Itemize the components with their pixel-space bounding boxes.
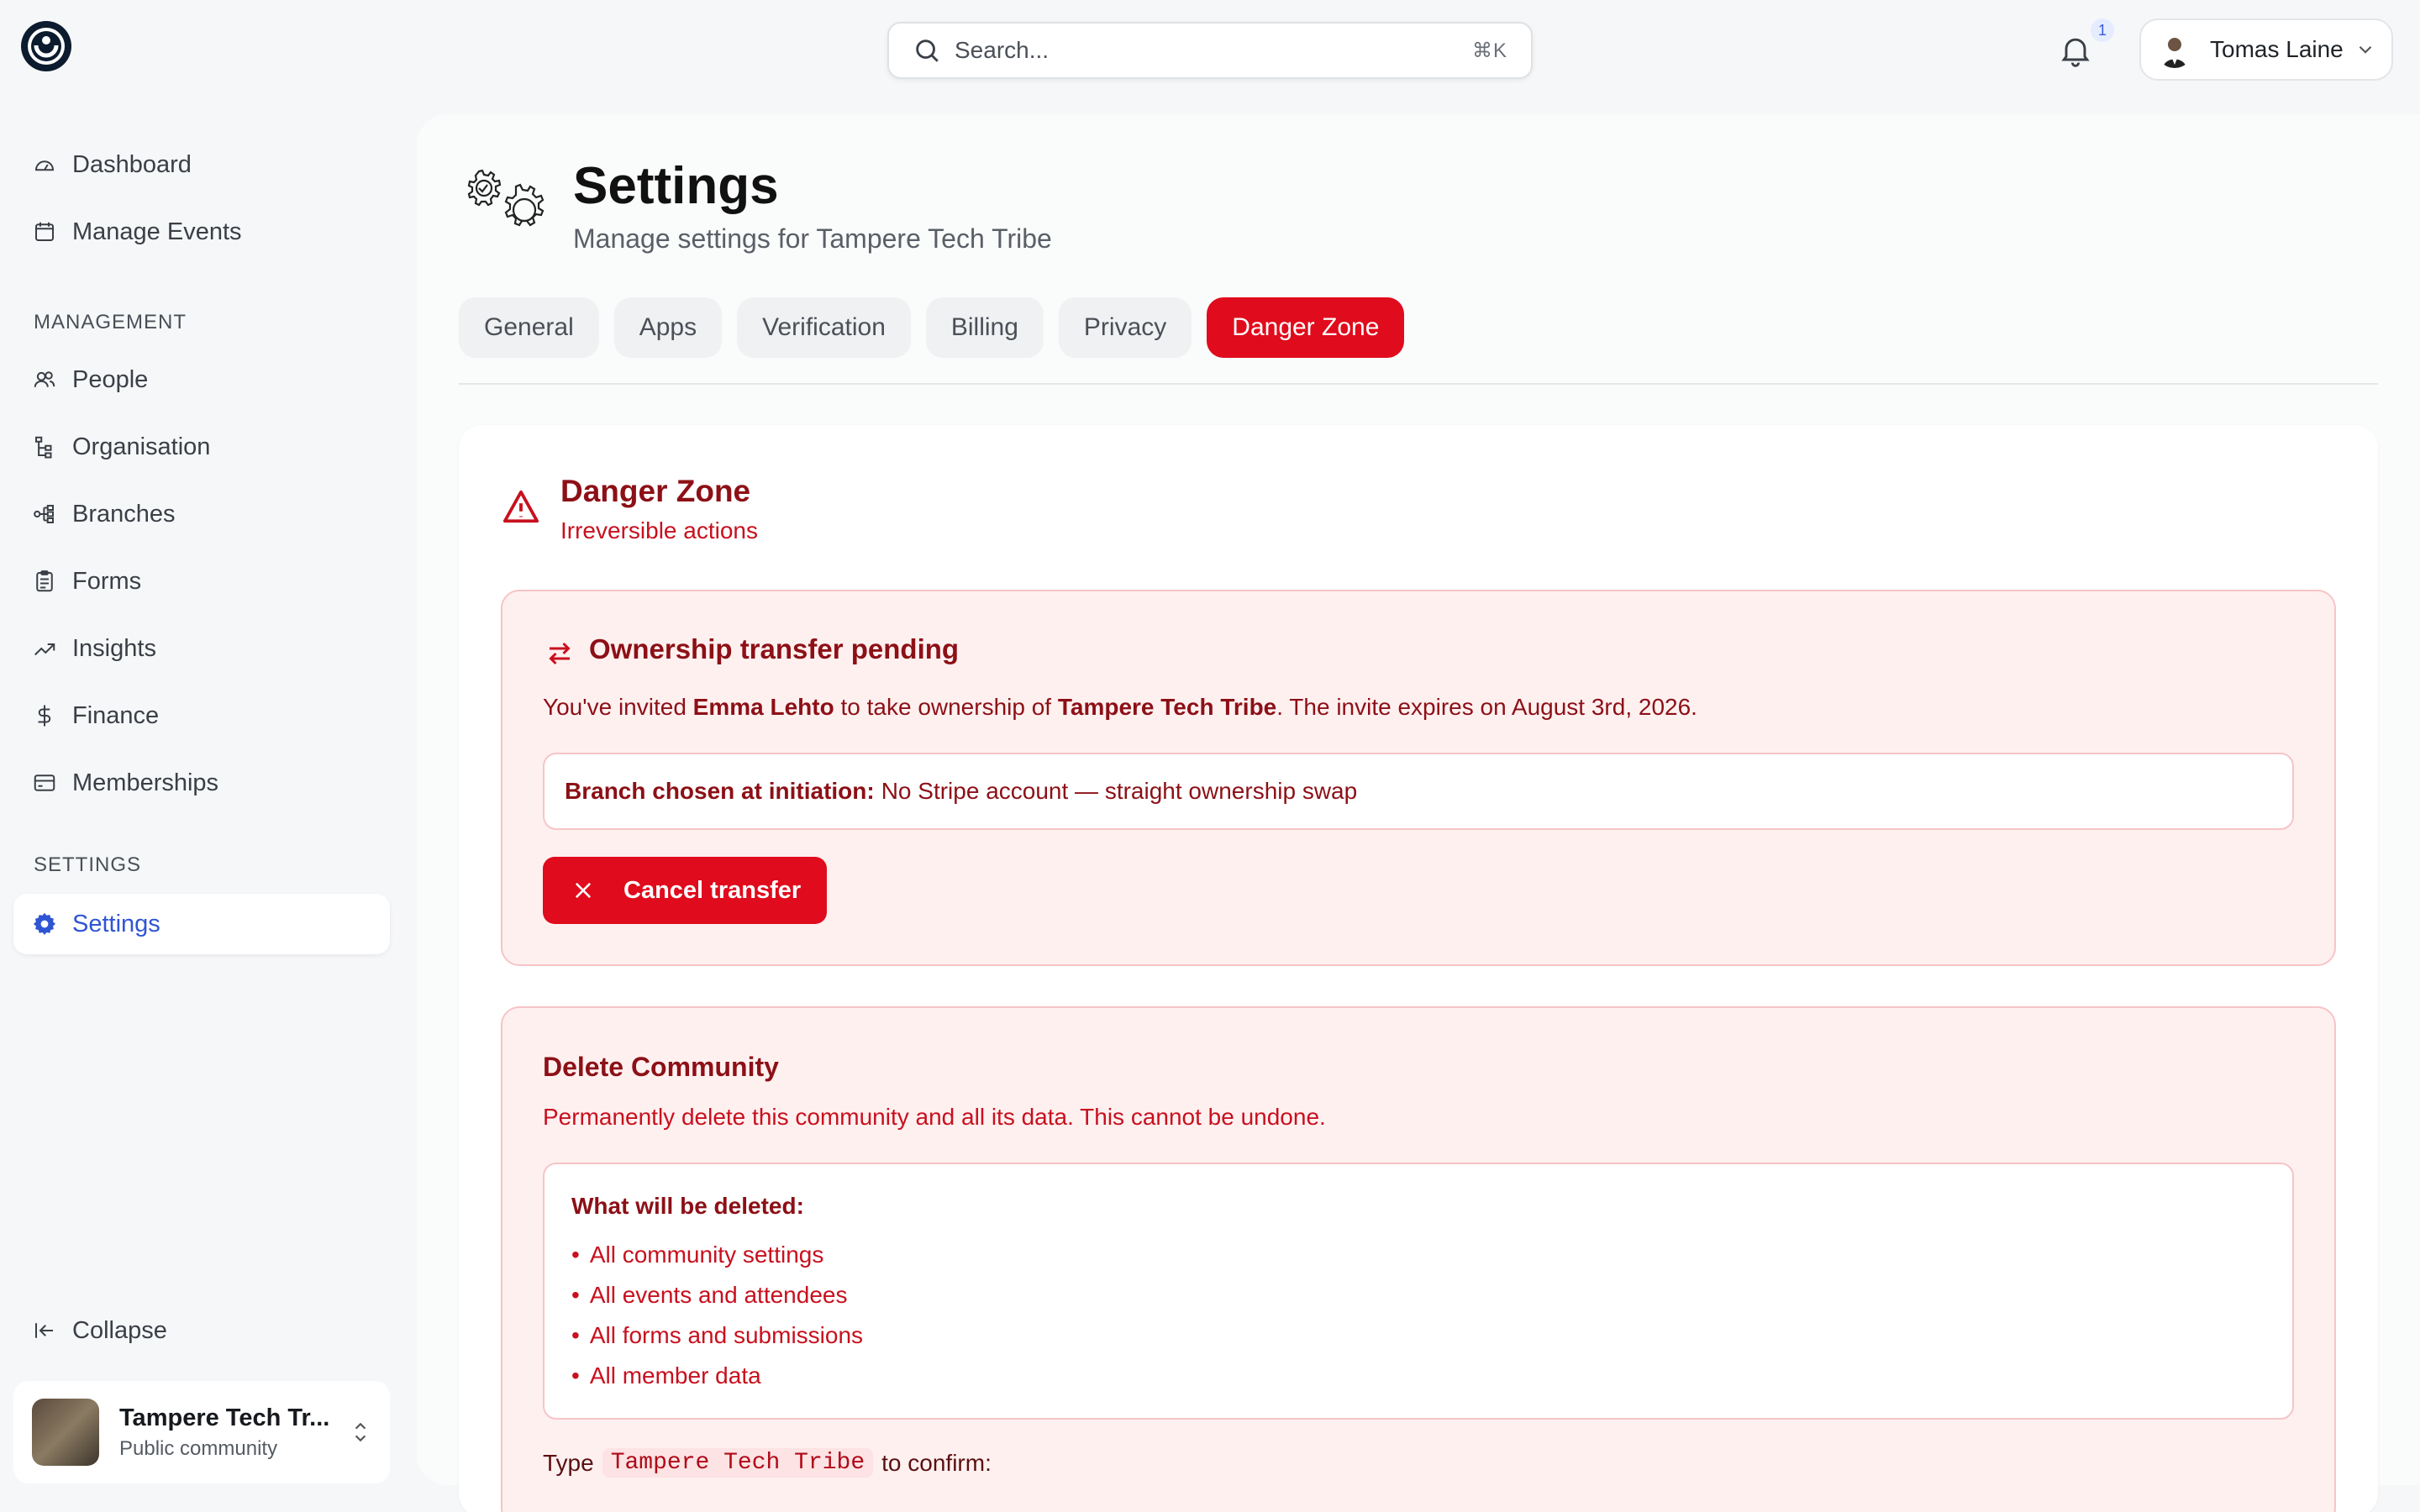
sidebar-item-label: Dashboard — [72, 150, 192, 178]
community-name: Tampere Tech Tr... — [119, 1404, 330, 1431]
branch-label: Branch chosen at initiation: — [565, 778, 875, 804]
avatar — [2156, 31, 2193, 68]
community-switcher[interactable]: Tampere Tech Tr... Public community — [13, 1381, 390, 1483]
sidebar-item-finance[interactable]: Finance — [32, 697, 159, 734]
clipboard-icon — [36, 570, 53, 592]
card-icon — [34, 774, 55, 791]
invitee-name: Emma Lehto — [692, 694, 834, 720]
sidebar-item-label: Finance — [72, 701, 160, 729]
collapse-label: Collapse — [72, 1316, 167, 1344]
trending-up-icon — [34, 643, 55, 656]
branch-value: No Stripe account — straight ownership s… — [881, 778, 1358, 804]
gauge-icon — [34, 160, 55, 171]
list-item: • All events and attendees — [571, 1282, 848, 1308]
sidebar-item-label: Manage Events — [72, 218, 242, 245]
transfer-arrows-icon — [549, 642, 571, 665]
collapse-icon — [35, 1323, 53, 1338]
delete-community-text: Permanently delete this community and al… — [543, 1104, 1326, 1130]
sidebar-item-label: Forms — [72, 567, 142, 595]
calendar-icon — [35, 222, 54, 241]
sidebar-item-label: Insights — [72, 634, 156, 662]
chevron-down-icon — [2359, 45, 2372, 54]
tab-danger-zone[interactable]: Danger Zone — [1207, 297, 1405, 358]
delete-community-title: Delete Community — [543, 1052, 779, 1082]
dollar-icon — [38, 705, 51, 727]
sidebar-item-settings[interactable]: Settings — [32, 906, 160, 942]
section-heading-management: MANAGEMENT — [34, 311, 187, 333]
sidebar-item-memberships[interactable]: Memberships — [32, 764, 218, 801]
community-type: Public community — [119, 1436, 278, 1460]
tab-billing[interactable]: Billing — [925, 297, 1044, 358]
tabs-divider — [459, 383, 2378, 385]
danger-zone-subtitle: Irreversible actions — [560, 517, 758, 543]
tab-privacy[interactable]: Privacy — [1058, 297, 1192, 358]
tab-apps[interactable]: Apps — [613, 297, 723, 358]
list-item: • All forms and submissions — [571, 1322, 864, 1348]
branches-icon — [34, 505, 54, 523]
user-name: Tomas Laine — [2210, 36, 2344, 62]
sidebar-item-label: Settings — [72, 910, 160, 937]
community-avatar — [32, 1399, 99, 1466]
page-title: Settings — [573, 157, 779, 215]
confirm-instruction: Type Tampere Tech Tribe to confirm: — [543, 1448, 992, 1478]
list-item: • All member data — [571, 1362, 761, 1389]
sidebar-item-label: Branches — [72, 500, 176, 528]
search-shortcut: ⌘K — [1471, 39, 1507, 62]
deletion-list-heading: What will be deleted: — [571, 1193, 804, 1219]
settings-tabs: General Apps Verification Billing Privac… — [459, 297, 1405, 358]
sidebar-item-organisation[interactable]: Organisation — [32, 428, 210, 465]
gear-icon — [33, 912, 55, 935]
cancel-transfer-button[interactable]: Cancel transfer — [543, 857, 827, 924]
search-icon — [916, 39, 939, 62]
notification-badge: 1 — [2091, 18, 2114, 42]
warning-icon — [502, 490, 539, 523]
sidebar-item-dashboard[interactable]: Dashboard — [32, 146, 192, 183]
danger-zone-title: Danger Zone — [560, 474, 751, 508]
community-name-bold: Tampere Tech Tribe — [1057, 694, 1277, 720]
search-input[interactable]: Search... — [955, 37, 1472, 64]
sidebar-item-label: Memberships — [72, 769, 219, 796]
sidebar-item-manage-events[interactable]: Manage Events — [32, 213, 242, 250]
sidebar-item-insights[interactable]: Insights — [32, 630, 156, 667]
sidebar-item-label: People — [72, 365, 149, 393]
collapse-button[interactable]: Collapse — [32, 1312, 167, 1349]
chevron-up-down-icon — [355, 1422, 366, 1442]
tab-verification[interactable]: Verification — [737, 297, 911, 358]
notifications-button[interactable] — [2057, 32, 2094, 69]
page-subtitle: Manage settings for Tampere Tech Tribe — [573, 223, 1052, 254]
users-icon — [34, 371, 55, 387]
sidebar-item-label: Organisation — [72, 433, 211, 460]
cancel-transfer-label: Cancel transfer — [623, 876, 802, 904]
bell-icon — [2061, 38, 2090, 67]
sidebar-item-forms[interactable]: Forms — [32, 563, 141, 600]
deletion-list-box: What will be deleted: • All community set… — [543, 1163, 2294, 1420]
sidebar-item-branches[interactable]: Branches — [32, 496, 176, 533]
sidebar-item-people[interactable]: People — [32, 361, 148, 398]
ownership-transfer-title: Ownership transfer pending — [589, 633, 960, 664]
ownership-transfer-text: You've invited Emma Lehto to take owners… — [543, 694, 1697, 720]
settings-gears-icon — [467, 169, 544, 227]
branch-info: Branch chosen at initiation: No Stripe a… — [543, 753, 2294, 830]
search-bar[interactable]: Search... ⌘K — [887, 22, 1533, 79]
tab-general[interactable]: General — [459, 297, 599, 358]
user-menu[interactable]: Tomas Laine — [2139, 18, 2393, 81]
section-heading-settings: SETTINGS — [34, 853, 142, 876]
close-icon — [575, 882, 592, 899]
hierarchy-icon — [35, 436, 52, 459]
confirm-code: Tampere Tech Tribe — [602, 1448, 874, 1478]
app-logo[interactable] — [20, 20, 72, 72]
list-item: • All community settings — [571, 1242, 824, 1268]
